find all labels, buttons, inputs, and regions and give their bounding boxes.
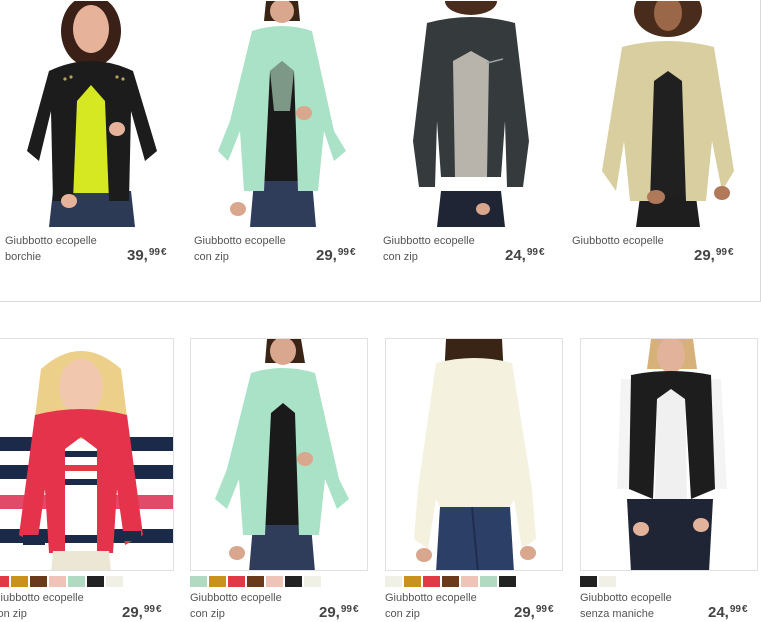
product-name[interactable]: Giubbotto ecopelle con zip	[190, 590, 310, 622]
product-image[interactable]	[572, 1, 746, 227]
product-image[interactable]	[190, 338, 368, 571]
product-name[interactable]: Giubbotto ecopelle	[572, 233, 692, 249]
color-swatch[interactable]	[442, 576, 459, 587]
product-price: 29,99€	[319, 604, 359, 621]
color-swatch[interactable]	[423, 576, 440, 587]
color-swatch[interactable]	[87, 576, 104, 587]
product-card[interactable]: Giubbotto ecopelle con zip 24,99€	[379, 1, 564, 301]
color-swatch[interactable]	[0, 576, 9, 587]
color-swatch[interactable]	[266, 576, 283, 587]
product-image[interactable]	[580, 338, 758, 571]
product-card[interactable]: Giubbotto ecopelle senza maniche 24,99€	[580, 338, 760, 622]
color-swatch[interactable]	[209, 576, 226, 587]
color-swatch[interactable]	[30, 576, 47, 587]
product-image[interactable]	[385, 338, 563, 571]
color-swatches	[190, 576, 323, 587]
product-price: 39,99€	[127, 247, 167, 264]
color-swatches	[580, 576, 618, 587]
color-swatch[interactable]	[385, 576, 402, 587]
color-swatch[interactable]	[106, 576, 123, 587]
product-price: 29,99€	[122, 604, 162, 621]
color-swatch[interactable]	[599, 576, 616, 587]
color-swatch[interactable]	[49, 576, 66, 587]
product-price: 24,99€	[505, 247, 545, 264]
product-price: 24,99€	[708, 604, 748, 621]
product-card[interactable]: Giubbotto ecopelle con zip 29,99€	[0, 338, 174, 622]
product-name[interactable]: Giubbotto ecopelle con zip	[383, 233, 503, 265]
product-price: 29,99€	[316, 247, 356, 264]
product-image[interactable]	[383, 1, 557, 227]
color-swatch[interactable]	[228, 576, 245, 587]
product-card[interactable]: Giubbotto ecopelle con zip 29,99€	[190, 338, 370, 622]
product-row-top: Giubbotto ecopelle borchie 39,99€ Giubbo…	[0, 0, 761, 302]
product-name[interactable]: Giubbotto ecopelle con zip	[385, 590, 505, 622]
color-swatch[interactable]	[404, 576, 421, 587]
color-swatch[interactable]	[580, 576, 597, 587]
color-swatch[interactable]	[11, 576, 28, 587]
product-card[interactable]: Giubbotto ecopelle borchie 39,99€	[1, 1, 186, 301]
product-image[interactable]	[0, 338, 174, 571]
product-image[interactable]	[194, 1, 368, 227]
product-card[interactable]: Giubbotto ecopelle 29,99€	[568, 1, 753, 301]
product-name[interactable]: Giubbotto ecopelle con zip	[194, 233, 314, 265]
product-name[interactable]: Giubbotto ecopelle senza maniche	[580, 590, 700, 622]
color-swatch[interactable]	[68, 576, 85, 587]
color-swatch[interactable]	[304, 576, 321, 587]
color-swatch[interactable]	[499, 576, 516, 587]
color-swatch[interactable]	[480, 576, 497, 587]
product-name[interactable]: Giubbotto ecopelle con zip	[0, 590, 112, 622]
color-swatches	[385, 576, 518, 587]
product-name[interactable]: Giubbotto ecopelle borchie	[5, 233, 125, 265]
product-card[interactable]: Giubbotto ecopelle con zip 29,99€	[385, 338, 565, 622]
color-swatch[interactable]	[285, 576, 302, 587]
product-image[interactable]	[5, 1, 179, 227]
product-price: 29,99€	[514, 604, 554, 621]
product-price: 29,99€	[694, 247, 734, 264]
color-swatches	[0, 576, 125, 587]
product-card[interactable]: Giubbotto ecopelle con zip 29,99€	[190, 1, 375, 301]
color-swatch[interactable]	[247, 576, 264, 587]
color-swatch[interactable]	[190, 576, 207, 587]
color-swatch[interactable]	[461, 576, 478, 587]
